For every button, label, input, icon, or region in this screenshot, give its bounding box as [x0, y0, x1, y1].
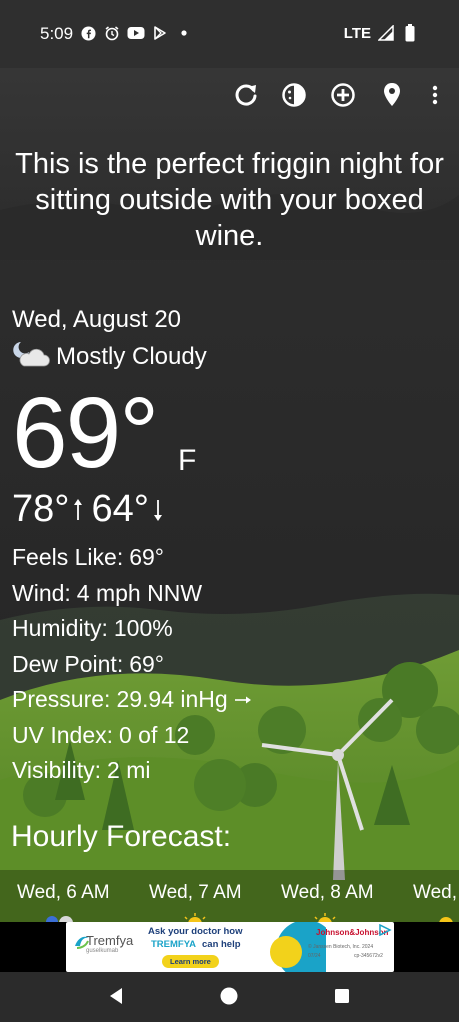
refresh-icon	[233, 82, 259, 113]
overflow-menu-button[interactable]	[421, 82, 449, 112]
ad-cta-button[interactable]: Learn more	[162, 955, 219, 968]
detail-pressure: Pressure: 29.94 inHg	[12, 682, 252, 718]
adchoices-icon[interactable]	[378, 924, 392, 936]
detail-value: 2 mi	[107, 757, 151, 783]
sun-icon	[314, 913, 336, 922]
hourly-item[interactable]: Wed,	[413, 882, 457, 904]
weather-details: Feels Like: 69° Wind: 4 mph NNW Humidity…	[12, 540, 252, 789]
moon-cloud-icon	[46, 916, 73, 922]
ad-fine-print-date: 07/24	[308, 953, 321, 959]
low-temperature: 64°	[91, 488, 149, 530]
hourly-forecast-list[interactable]: Wed, 6 AM Wed, 7 AM Wed, 8 AM Wed,	[0, 870, 459, 922]
ad-banner[interactable]: Tremfya guselkumab Ask your doctor how T…	[66, 922, 394, 972]
back-button[interactable]	[104, 986, 128, 1010]
status-system-icons: LTE	[344, 24, 419, 42]
signal-icon	[377, 24, 395, 42]
home-button[interactable]	[217, 986, 241, 1010]
status-notification-icons	[79, 24, 193, 42]
detail-value: 29.94 inHg	[116, 686, 228, 712]
temperature-unit: F	[178, 444, 197, 477]
detail-value: 69°	[129, 544, 164, 570]
dot-icon	[175, 24, 193, 42]
add-location-icon	[330, 82, 356, 113]
my-location-button[interactable]	[377, 82, 407, 112]
condition-text: Mostly Cloudy	[56, 342, 207, 370]
home-icon	[220, 987, 238, 1010]
detail-wind: Wind: 4 mph NNW	[12, 576, 252, 612]
theme-button[interactable]	[279, 82, 309, 112]
back-icon	[108, 987, 124, 1010]
ad-fine-print: © Janssen Biotech, Inc. 2024	[308, 944, 374, 950]
detail-label: Pressure:	[12, 686, 111, 712]
play-store-icon	[151, 24, 169, 42]
add-location-button[interactable]	[328, 82, 358, 112]
ad-banner-container: Tremfya guselkumab Ask your doctor how T…	[0, 922, 459, 972]
ad-brand: Tremfya	[86, 933, 134, 948]
recents-icon	[334, 988, 350, 1009]
detail-label: Wind:	[12, 579, 71, 606]
sun-icon	[184, 913, 206, 922]
arrow-up-icon	[73, 499, 83, 527]
alarm-icon	[103, 24, 121, 42]
status-bar: 5:09 LTE	[0, 0, 459, 68]
detail-value: 69°	[129, 650, 164, 677]
location-pin-icon	[381, 82, 403, 113]
detail-label: Visibility:	[12, 757, 102, 783]
status-time: 5:09	[40, 24, 74, 43]
recents-button[interactable]	[330, 986, 354, 1010]
detail-label: UV Index:	[12, 721, 113, 748]
current-date: Wed, August 20	[12, 306, 182, 333]
system-navigation-bar	[0, 972, 459, 1022]
detail-value: 0 of 12	[119, 721, 190, 748]
ad-headline-1: Ask your doctor how	[148, 926, 243, 937]
detail-uv-index: UV Index: 0 of 12	[12, 718, 252, 754]
detail-label: Dew Point:	[12, 650, 124, 677]
pressure-trend-icon	[234, 682, 252, 718]
condition-row: Mostly Cloudy	[12, 340, 207, 373]
youtube-icon	[127, 24, 145, 42]
detail-label: Feels Like:	[12, 544, 124, 570]
partly-cloudy-night-icon	[12, 340, 50, 373]
detail-humidity: Humidity: 100%	[12, 611, 252, 647]
detail-label: Humidity:	[12, 615, 108, 641]
refresh-button[interactable]	[231, 82, 261, 112]
arrow-down-icon	[153, 499, 163, 527]
ad-brand-sub: guselkumab	[86, 948, 119, 954]
theme-icon	[281, 82, 307, 113]
ad-fine-print-code: cp-345672v2	[354, 953, 383, 959]
hourly-item[interactable]: Wed, 7 AM	[149, 882, 242, 904]
network-type: LTE	[343, 24, 371, 42]
current-temperature: 69°	[12, 377, 159, 489]
hourly-item[interactable]: Wed, 6 AM	[17, 882, 110, 904]
ad-headline-2: TREMFYA	[151, 939, 197, 950]
high-low-temperature: 78° 64°	[12, 488, 171, 531]
hourly-forecast-title: Hourly Forecast:	[11, 820, 232, 853]
sun-icon	[439, 917, 453, 922]
detail-dew-point: Dew Point: 69°	[12, 647, 252, 683]
app-toolbar	[0, 80, 459, 114]
detail-value: 100%	[113, 615, 173, 641]
detail-visibility: Visibility: 2 mi	[12, 753, 252, 789]
high-temperature: 78°	[12, 488, 70, 530]
weather-phrase: This is the perfect friggin night for si…	[15, 148, 444, 252]
ad-headline-3: can help	[202, 939, 241, 950]
facebook-icon	[79, 24, 97, 42]
detail-feels-like: Feels Like: 69°	[12, 540, 252, 576]
detail-value: 4 mph NNW	[76, 579, 203, 606]
more-icon	[432, 85, 438, 110]
hourly-item[interactable]: Wed, 8 AM	[281, 882, 374, 904]
battery-icon	[401, 24, 419, 42]
